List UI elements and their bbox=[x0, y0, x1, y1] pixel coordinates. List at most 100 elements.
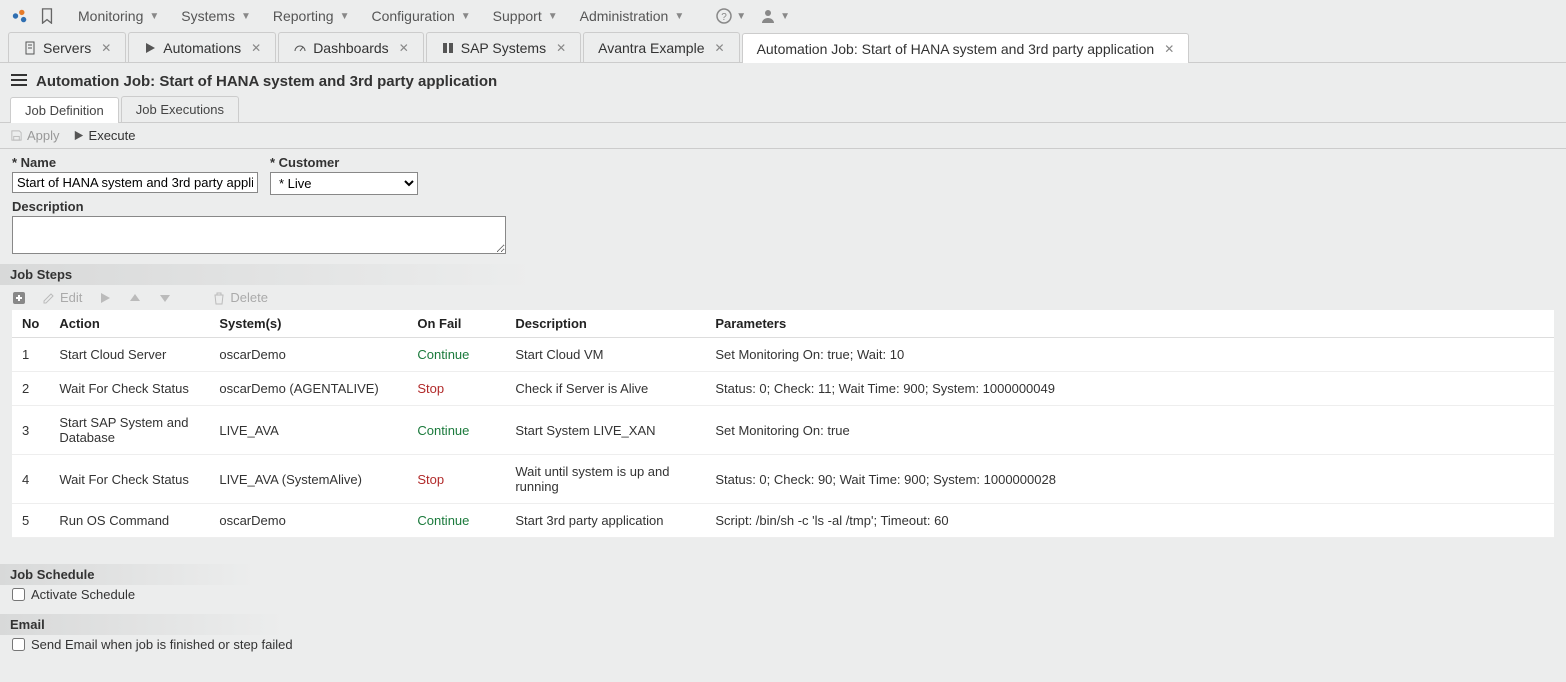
close-icon[interactable]: ✕ bbox=[251, 41, 261, 55]
edit-step-button: Edit bbox=[42, 290, 82, 305]
app-logo-icon bbox=[10, 6, 30, 26]
steps-toolbar: Edit Delete bbox=[0, 285, 1566, 310]
menu-configuration[interactable]: Configuration▼ bbox=[365, 6, 476, 26]
caret-down-icon: ▼ bbox=[461, 11, 471, 22]
cell-parameters: Status: 0; Check: 11; Wait Time: 900; Sy… bbox=[705, 372, 1554, 406]
cell-action: Run OS Command bbox=[49, 504, 209, 538]
send-email-label: Send Email when job is finished or step … bbox=[31, 637, 293, 652]
menu-administration[interactable]: Administration▼ bbox=[574, 6, 691, 26]
col-onfail: On Fail bbox=[407, 310, 505, 338]
cell-parameters: Set Monitoring On: true bbox=[705, 406, 1554, 455]
close-icon[interactable]: ✕ bbox=[1164, 42, 1174, 56]
name-input[interactable] bbox=[12, 172, 258, 193]
activate-schedule-checkbox[interactable] bbox=[12, 588, 25, 601]
page-title-row: Automation Job: Start of HANA system and… bbox=[0, 63, 1566, 96]
table-row[interactable]: 2Wait For Check StatusoscarDemo (AGENTAL… bbox=[12, 372, 1554, 406]
main-menus: Monitoring▼ Systems▼ Reporting▼ Configur… bbox=[72, 6, 690, 26]
menu-support[interactable]: Support▼ bbox=[487, 6, 564, 26]
close-icon[interactable]: ✕ bbox=[399, 41, 409, 55]
cell-description: Start System LIVE_XAN bbox=[505, 406, 705, 455]
move-down-button bbox=[158, 291, 172, 305]
job-icon bbox=[10, 73, 28, 90]
close-icon[interactable]: ✕ bbox=[715, 41, 725, 55]
table-row[interactable]: 1Start Cloud ServeroscarDemoContinueStar… bbox=[12, 338, 1554, 372]
cell-no: 3 bbox=[12, 406, 49, 455]
cell-action: Start SAP System and Database bbox=[49, 406, 209, 455]
cell-onfail: Continue bbox=[407, 406, 505, 455]
tab-label: SAP Systems bbox=[461, 40, 546, 56]
caret-down-icon: ▼ bbox=[736, 11, 746, 22]
description-label: Description bbox=[12, 199, 1554, 214]
execute-button[interactable]: Execute bbox=[72, 128, 136, 143]
subtab-job-executions[interactable]: Job Executions bbox=[121, 96, 239, 122]
job-schedule-header: Job Schedule bbox=[0, 564, 254, 585]
cell-no: 5 bbox=[12, 504, 49, 538]
customer-label: * Customer bbox=[270, 155, 418, 170]
subtab-job-definition[interactable]: Job Definition bbox=[10, 97, 119, 123]
cell-description: Start 3rd party application bbox=[505, 504, 705, 538]
tab-servers[interactable]: Servers ✕ bbox=[8, 32, 126, 62]
tab-sap-systems[interactable]: SAP Systems ✕ bbox=[426, 32, 581, 62]
cell-systems: LIVE_AVA bbox=[209, 406, 407, 455]
apply-button: Apply bbox=[10, 128, 60, 143]
tab-label: Automation Job: Start of HANA system and… bbox=[757, 41, 1155, 57]
cell-parameters: Script: /bin/sh -c 'ls -al /tmp'; Timeou… bbox=[705, 504, 1554, 538]
cell-no: 1 bbox=[12, 338, 49, 372]
caret-down-icon: ▼ bbox=[548, 11, 558, 22]
bookmark-icon[interactable] bbox=[36, 6, 58, 26]
caret-down-icon: ▼ bbox=[241, 11, 251, 22]
form-row: * Name * Customer * Live bbox=[0, 149, 1566, 195]
cell-systems: oscarDemo bbox=[209, 338, 407, 372]
description-textarea[interactable] bbox=[12, 216, 506, 254]
menu-reporting[interactable]: Reporting▼ bbox=[267, 6, 356, 26]
tab-avantra-example[interactable]: Avantra Example ✕ bbox=[583, 32, 739, 62]
cell-onfail: Continue bbox=[407, 504, 505, 538]
cell-action: Start Cloud Server bbox=[49, 338, 209, 372]
col-systems: System(s) bbox=[209, 310, 407, 338]
table-header-row: No Action System(s) On Fail Description … bbox=[12, 310, 1554, 338]
send-email-checkbox[interactable] bbox=[12, 638, 25, 651]
cell-action: Wait For Check Status bbox=[49, 372, 209, 406]
close-icon[interactable]: ✕ bbox=[101, 41, 111, 55]
caret-down-icon: ▼ bbox=[780, 11, 790, 22]
tab-dashboards[interactable]: Dashboards ✕ bbox=[278, 32, 424, 62]
col-parameters: Parameters bbox=[705, 310, 1554, 338]
tab-automation-job[interactable]: Automation Job: Start of HANA system and… bbox=[742, 33, 1190, 63]
menu-systems[interactable]: Systems▼ bbox=[175, 6, 257, 26]
close-icon[interactable]: ✕ bbox=[556, 41, 566, 55]
server-icon bbox=[23, 41, 37, 55]
cell-onfail: Continue bbox=[407, 338, 505, 372]
table-row[interactable]: 3Start SAP System and DatabaseLIVE_AVACo… bbox=[12, 406, 1554, 455]
cell-description: Start Cloud VM bbox=[505, 338, 705, 372]
description-block: Description bbox=[0, 195, 1566, 264]
cell-description: Check if Server is Alive bbox=[505, 372, 705, 406]
job-steps-table: No Action System(s) On Fail Description … bbox=[12, 310, 1554, 538]
email-header: Email bbox=[0, 614, 284, 635]
delete-step-button: Delete bbox=[212, 290, 268, 305]
tab-label: Avantra Example bbox=[598, 40, 704, 56]
cell-onfail: Stop bbox=[407, 455, 505, 504]
tab-automations[interactable]: Automations ✕ bbox=[128, 32, 276, 62]
cell-onfail: Stop bbox=[407, 372, 505, 406]
table-row[interactable]: 5Run OS CommandoscarDemoContinueStart 3r… bbox=[12, 504, 1554, 538]
user-icon[interactable]: ▼ bbox=[756, 6, 794, 26]
table-row[interactable]: 4Wait For Check StatusLIVE_AVA (SystemAl… bbox=[12, 455, 1554, 504]
cell-no: 4 bbox=[12, 455, 49, 504]
menu-monitoring[interactable]: Monitoring▼ bbox=[72, 6, 165, 26]
cell-description: Wait until system is up and running bbox=[505, 455, 705, 504]
cell-no: 2 bbox=[12, 372, 49, 406]
run-step-button bbox=[98, 291, 112, 305]
tab-label: Dashboards bbox=[313, 40, 389, 56]
add-step-button[interactable] bbox=[12, 291, 26, 305]
customer-select[interactable]: * Live bbox=[270, 172, 418, 195]
help-icon[interactable]: ? ▼ bbox=[712, 6, 750, 26]
stack-icon bbox=[441, 41, 455, 55]
action-toolbar: Apply Execute bbox=[0, 123, 1566, 149]
name-label: * Name bbox=[12, 155, 258, 170]
cell-parameters: Set Monitoring On: true; Wait: 10 bbox=[705, 338, 1554, 372]
gauge-icon bbox=[293, 41, 307, 55]
sub-tabs: Job Definition Job Executions bbox=[0, 96, 1566, 123]
cell-action: Wait For Check Status bbox=[49, 455, 209, 504]
caret-down-icon: ▼ bbox=[149, 11, 159, 22]
svg-text:?: ? bbox=[721, 12, 727, 23]
